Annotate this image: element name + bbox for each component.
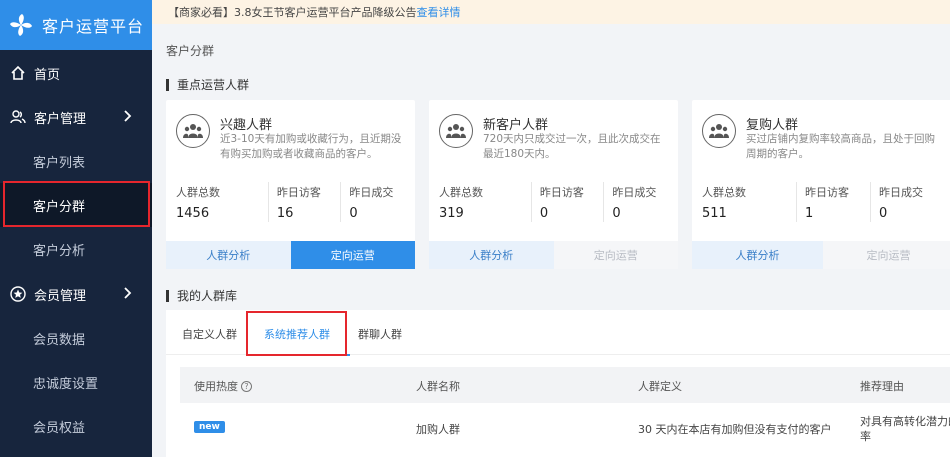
stat-label: 昨日成交 xyxy=(879,186,923,199)
chevron-right-icon xyxy=(124,110,132,122)
targeted-ops-button: 定向运营 xyxy=(823,241,950,269)
app-title: 客户运营平台 xyxy=(42,17,145,36)
sidebar-item-loyalty-settings[interactable]: 忠诚度设置 xyxy=(0,360,152,404)
tab-custom-groups[interactable]: 自定义人群 xyxy=(182,326,237,342)
group-library-panel: 自定义人群 系统推荐人群 群聊人群 使用热度 ? 人群名称 人群定义 推荐理由 … xyxy=(166,310,950,457)
group-icon xyxy=(439,114,473,148)
highlight-box-sidebar xyxy=(3,181,150,227)
sidebar-item-member-mgmt[interactable]: 会员管理 xyxy=(0,272,152,316)
users-icon xyxy=(10,110,26,124)
targeted-ops-button: 定向运营 xyxy=(553,241,678,269)
group-card-interest: 兴趣人群 近3-10天有加购或收藏行为，且近期没有购买加购或者收藏商品的客户。 … xyxy=(166,100,415,269)
stat-value: 0 xyxy=(539,206,549,221)
stat-value: 1 xyxy=(805,206,814,221)
group-analysis-button[interactable]: 人群分析 xyxy=(429,241,554,269)
stat-value: 0 xyxy=(612,206,621,221)
stat-label: 人群总数 xyxy=(439,186,483,199)
column-header-definition: 人群定义 xyxy=(638,380,682,393)
notice-text: 【商家必看】3.8女王节客户运营平台产品降级公告 xyxy=(168,6,417,19)
cell-group-definition: 30 天内在本店有加购但没有支付的客户 xyxy=(638,423,832,436)
column-header-name: 人群名称 xyxy=(416,380,460,393)
new-badge: new xyxy=(194,421,225,433)
group-card-new-customer: 新客户人群 720天内只成交过一次，且此次成交在最近180天内。 人群总数 319… xyxy=(429,100,678,269)
card-desc: 近3-10天有加购或收藏行为，且近期没有购买加购或者收藏商品的客户。 xyxy=(220,133,402,160)
cell-recommend-reason: 对具有高转化潜力的 率 xyxy=(860,415,950,443)
stat-label: 昨日成交 xyxy=(612,186,657,199)
chevron-right-icon xyxy=(124,287,132,299)
card-desc: 买过店铺内复购率较高商品，且处于回购周期的客户。 xyxy=(746,133,935,160)
sidebar-item-member-rights[interactable]: 会员权益 xyxy=(0,404,152,448)
sidebar: 客户运营平台 首页 客户管理 客户列表 客户分群 客户分析 会员管理 会员数据 … xyxy=(0,0,152,457)
sidebar-item-customer-list[interactable]: 客户列表 xyxy=(0,139,152,183)
sidebar-item-member-data[interactable]: 会员数据 xyxy=(0,316,152,360)
stat-value: 319 xyxy=(439,206,464,221)
stat-label: 昨日访客 xyxy=(276,186,321,199)
main-content: 【商家必看】3.8女王节客户运营平台产品降级公告 查看详情 客户分群 重点运营人… xyxy=(152,0,950,457)
stat-label: 人群总数 xyxy=(176,186,220,199)
app-logo[interactable]: 客户运营平台 xyxy=(0,0,152,50)
stat-label: 昨日成交 xyxy=(349,186,394,199)
section-title-key-groups: 重点运营人群 xyxy=(166,76,249,93)
sidebar-item-customer-mgmt[interactable]: 客户管理 xyxy=(0,95,152,139)
cell-group-name: 加购人群 xyxy=(416,423,460,436)
help-icon[interactable]: ? xyxy=(241,380,252,392)
card-desc: 720天内只成交过一次，且此次成交在最近180天内。 xyxy=(483,133,661,160)
group-icon xyxy=(702,114,736,148)
group-card-repurchase: 复购人群 买过店铺内复购率较高商品，且处于回购周期的客户。 人群总数 511 昨日… xyxy=(692,100,950,269)
stat-value: 0 xyxy=(879,206,888,221)
sidebar-item-customer-analysis[interactable]: 客户分析 xyxy=(0,227,152,271)
card-title: 复购人群 xyxy=(746,118,799,133)
pinwheel-icon xyxy=(10,14,32,36)
column-header-reason: 推荐理由 xyxy=(860,380,904,393)
notice-link[interactable]: 查看详情 xyxy=(417,4,461,20)
table-row[interactable]: new 加购人群 30 天内在本店有加购但没有支付的客户 对具有高转化潜力的 率 xyxy=(180,403,950,457)
stat-label: 昨日访客 xyxy=(805,186,849,199)
column-header-heat: 使用热度 ? xyxy=(194,378,252,394)
stat-value: 511 xyxy=(702,206,727,221)
section-title-my-library: 我的人群库 xyxy=(166,287,237,304)
home-icon xyxy=(11,65,25,80)
table-header: 使用热度 ? 人群名称 人群定义 推荐理由 xyxy=(180,367,950,403)
card-title: 兴趣人群 xyxy=(220,118,273,133)
group-analysis-button[interactable]: 人群分析 xyxy=(166,241,291,269)
stat-label: 昨日访客 xyxy=(539,186,584,199)
group-icon xyxy=(176,114,210,148)
group-analysis-button[interactable]: 人群分析 xyxy=(692,241,823,269)
sidebar-item-home[interactable]: 首页 xyxy=(0,51,152,95)
highlight-box-tab xyxy=(246,311,347,356)
tab-group-chat[interactable]: 群聊人群 xyxy=(358,326,402,342)
stat-label: 人群总数 xyxy=(702,186,746,199)
targeted-ops-button[interactable]: 定向运营 xyxy=(290,241,415,269)
card-title: 新客户人群 xyxy=(483,118,549,133)
page-title: 客户分群 xyxy=(166,44,215,58)
stat-value: 0 xyxy=(349,206,358,221)
notice-bar: 【商家必看】3.8女王节客户运营平台产品降级公告 查看详情 xyxy=(152,0,950,24)
star-circle-icon xyxy=(10,286,26,302)
stat-value: 16 xyxy=(276,206,294,221)
stat-value: 1456 xyxy=(176,206,210,221)
